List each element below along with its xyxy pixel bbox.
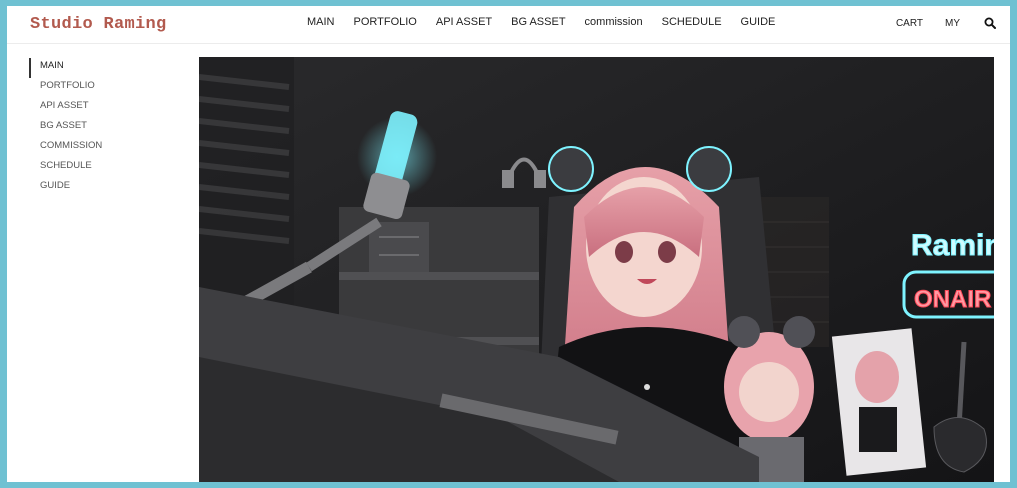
top-navigation: Studio Raming MAIN PORTFOLIO API ASSET B… [7,6,1010,44]
nav-item-commission[interactable]: commission [585,16,643,28]
hero-image: Ramin ONAIR [199,57,994,482]
nav-item-portfolio[interactable]: PORTFOLIO [354,16,417,28]
sidebar-item-commission[interactable]: COMMISSION [29,138,102,158]
nav-item-schedule[interactable]: SCHEDULE [662,16,722,28]
my-page-link[interactable]: MY [945,18,960,29]
nav-item-api-asset[interactable]: API ASSET [436,16,492,28]
sidebar-item-schedule[interactable]: SCHEDULE [29,158,102,178]
sidebar-item-main[interactable]: MAIN [29,58,102,78]
search-icon[interactable] [984,16,996,29]
account-links: CART MY [896,18,960,29]
site-logo[interactable]: Studio Raming [30,15,167,34]
sidebar-item-portfolio[interactable]: PORTFOLIO [29,78,102,98]
sidebar-item-api-asset[interactable]: API ASSET [29,98,102,118]
nav-item-main[interactable]: MAIN [307,16,335,28]
main-menu: MAIN PORTFOLIO API ASSET BG ASSET commis… [307,16,794,28]
nav-item-bg-asset[interactable]: BG ASSET [511,16,565,28]
neon-sign: Ramin ONAIR [902,229,994,319]
neon-sign-name: Ramin [911,229,994,262]
sidebar-item-guide[interactable]: GUIDE [29,178,102,198]
framed-poster [831,328,927,476]
cart-link[interactable]: CART [896,18,923,29]
page-frame: Studio Raming MAIN PORTFOLIO API ASSET B… [7,6,1010,482]
nav-item-guide[interactable]: GUIDE [741,16,776,28]
neon-sign-status: ONAIR [914,286,991,313]
sidebar-menu: MAIN PORTFOLIO API ASSET BG ASSET COMMIS… [29,58,102,198]
sidebar-item-bg-asset[interactable]: BG ASSET [29,118,102,138]
